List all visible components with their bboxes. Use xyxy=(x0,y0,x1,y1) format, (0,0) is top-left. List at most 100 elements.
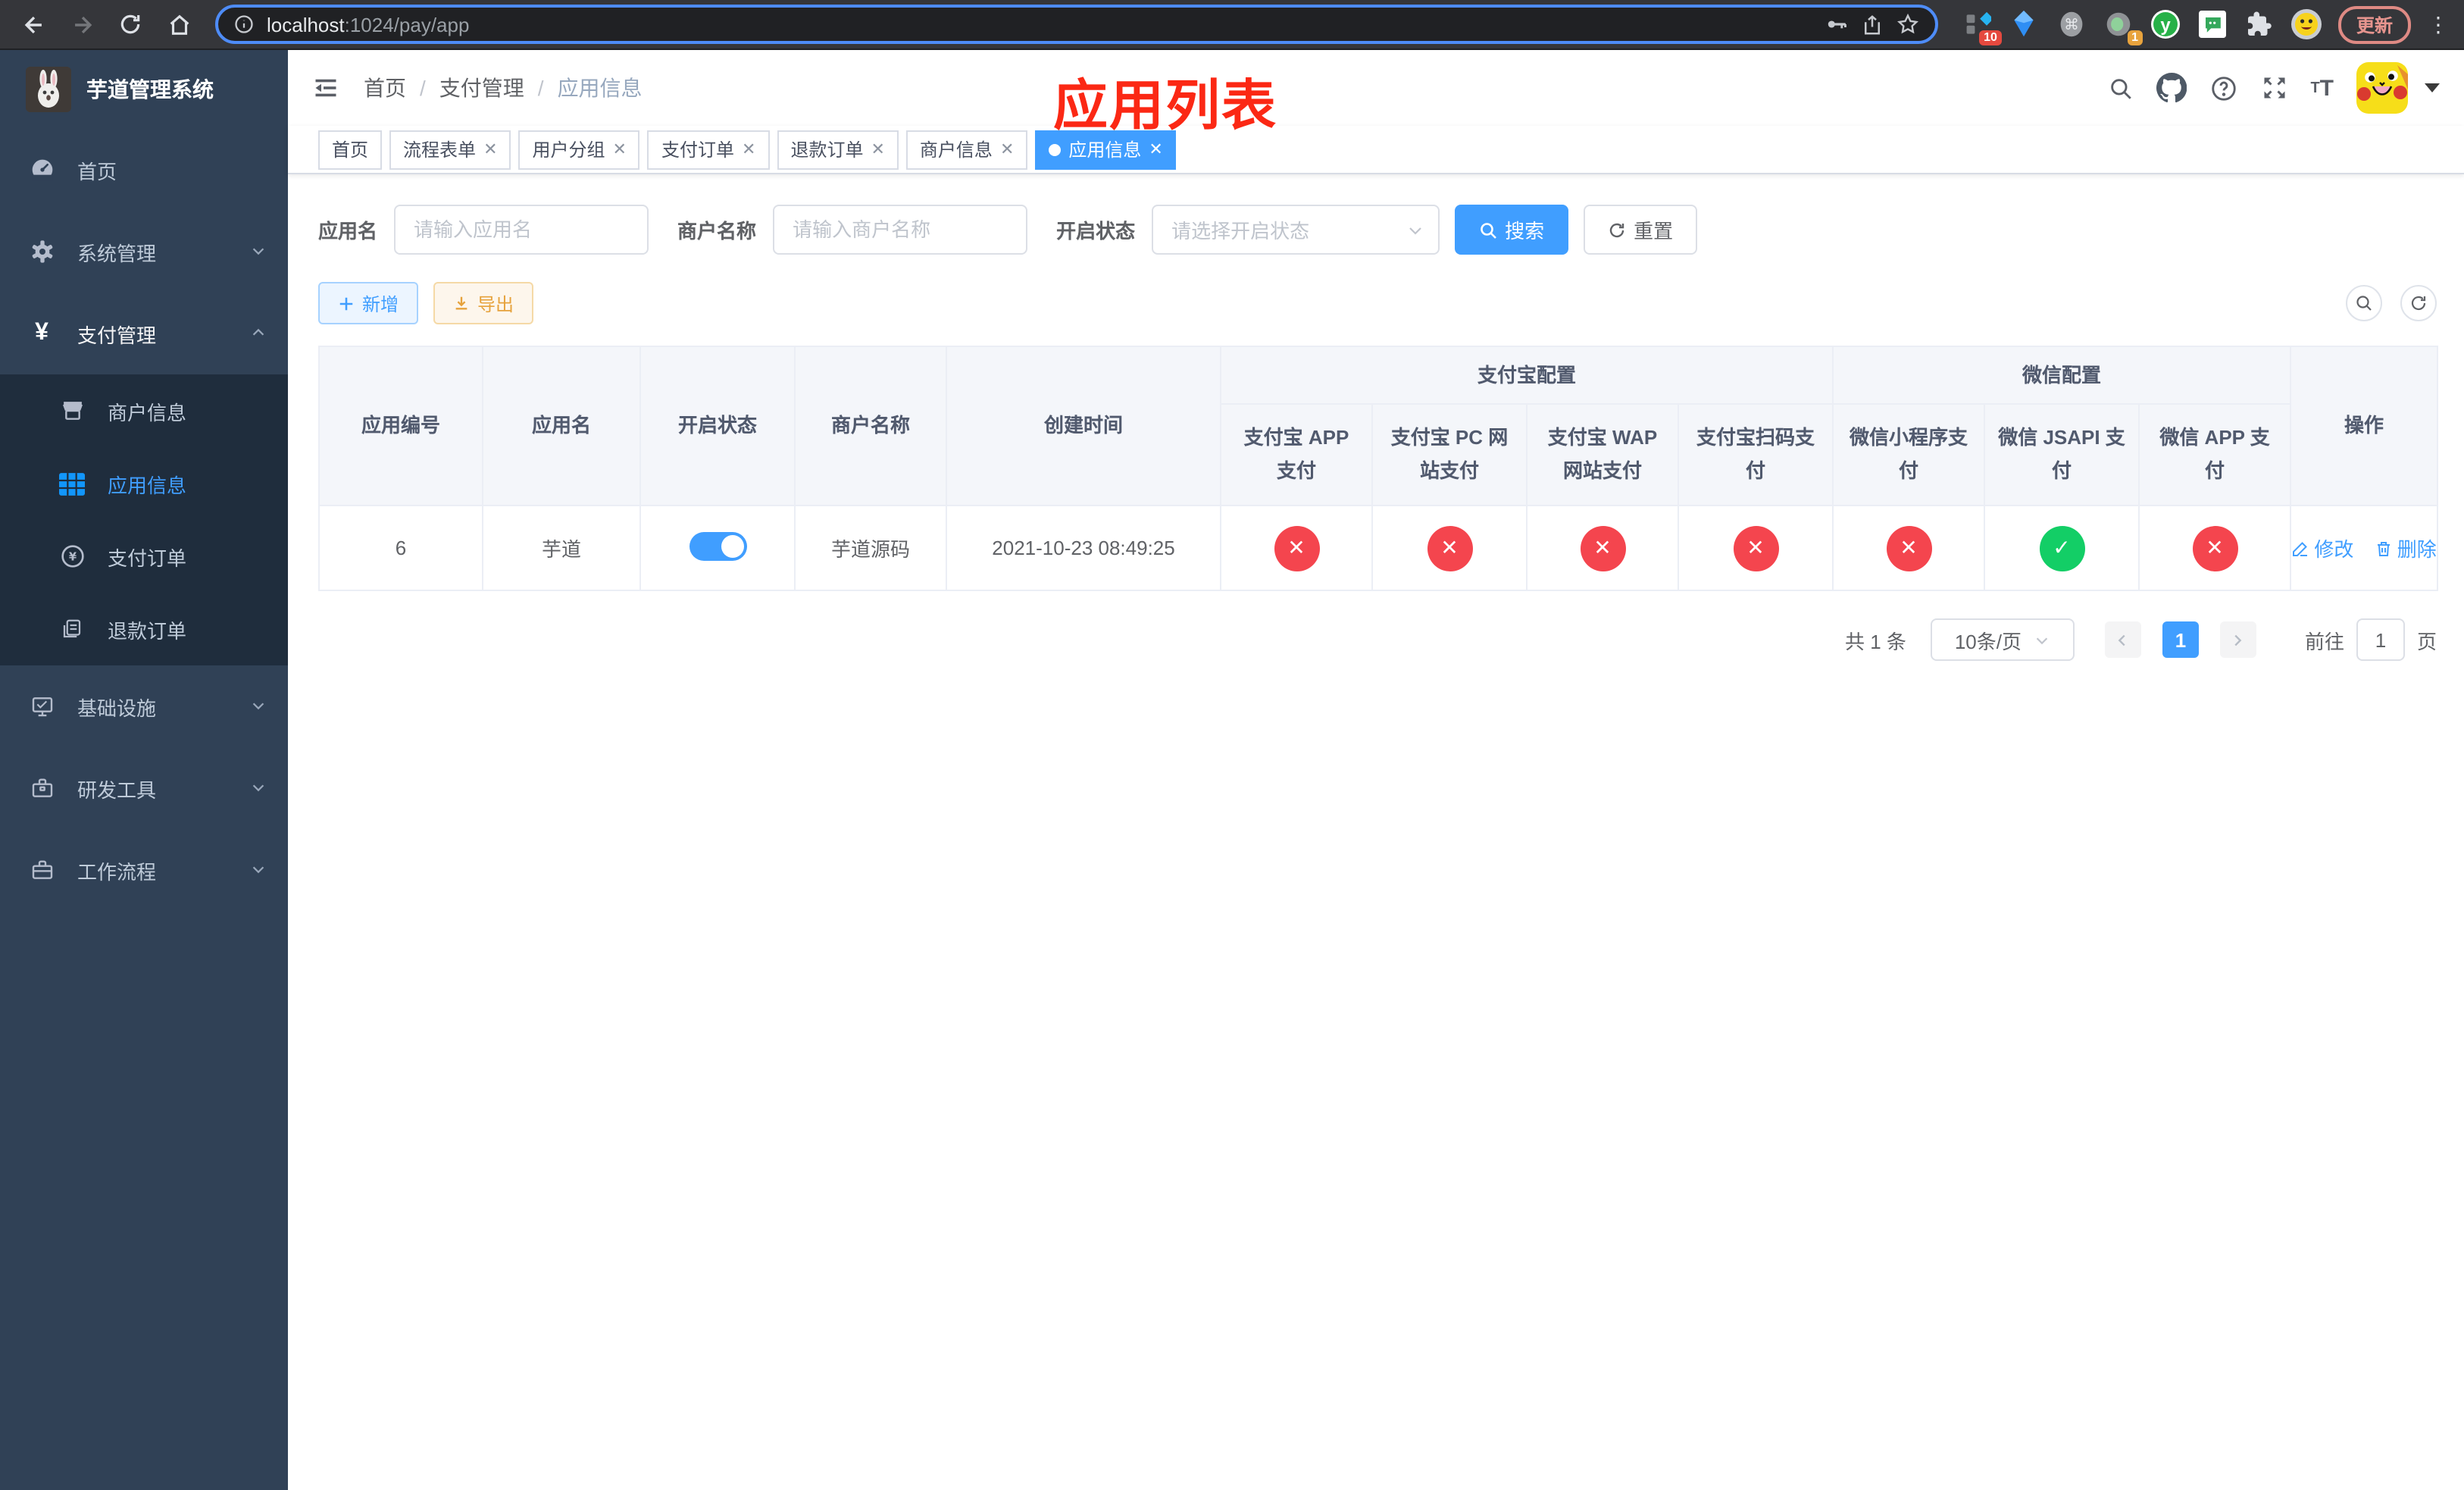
export-button[interactable]: 导出 xyxy=(433,282,534,324)
breadcrumb-separator: / xyxy=(420,76,426,100)
extension-chat-icon[interactable] xyxy=(2197,9,2228,39)
browser-toolbar: localhost:1024/pay/app 10 ⌘ 1 y 更新 ⋮ xyxy=(0,0,2464,50)
breadcrumb-separator: / xyxy=(537,76,544,100)
tab-label: 退款订单 xyxy=(790,139,864,161)
table-toolbar: 新增 导出 xyxy=(318,282,2437,324)
col-merchant: 商户名称 xyxy=(794,346,947,506)
browser-reload-icon[interactable] xyxy=(109,3,152,45)
sidebar-item-devtools[interactable]: 研发工具 xyxy=(0,747,288,829)
password-key-icon[interactable] xyxy=(1825,12,1849,36)
extension-recorder-icon[interactable]: 1 xyxy=(2103,9,2143,45)
page-number-button[interactable]: 1 xyxy=(2162,621,2199,658)
fullscreen-icon[interactable] xyxy=(2260,74,2287,102)
status-alipay-qr: ✕ xyxy=(1733,525,1778,571)
breadcrumb-home[interactable]: 首页 xyxy=(364,73,406,103)
url-bar[interactable]: localhost:1024/pay/app xyxy=(215,5,1938,44)
sidebar-item-home[interactable]: 首页 xyxy=(0,129,288,211)
sidebar-subitem-pay-order[interactable]: ¥ 支付订单 xyxy=(0,520,288,593)
app-name-input[interactable] xyxy=(394,205,649,255)
status-wechat-app: ✕ xyxy=(2192,525,2238,571)
filter-form: 应用名 商户名称 开启状态 请选择开启状态 搜索 xyxy=(318,205,2437,255)
tab-home[interactable]: 首页 xyxy=(318,130,383,169)
site-info-icon[interactable] xyxy=(233,14,255,35)
sidebar-item-workflow[interactable]: 工作流程 xyxy=(0,829,288,911)
close-icon[interactable]: ✕ xyxy=(1149,139,1162,159)
extensions-puzzle-icon[interactable] xyxy=(2244,9,2275,39)
user-avatar[interactable] xyxy=(2356,62,2408,114)
breadcrumb: 首页 / 支付管理 / 应用信息 xyxy=(364,73,643,103)
browser-forward-icon[interactable] xyxy=(61,3,103,45)
add-button[interactable]: 新增 xyxy=(318,282,419,324)
goto-page-input[interactable] xyxy=(2356,618,2405,661)
github-icon[interactable] xyxy=(2156,73,2187,103)
col-wechat-mini: 微信小程序支付 xyxy=(1832,403,1986,506)
sidebar-subitem-refund-order[interactable]: 退款订单 xyxy=(0,593,288,665)
avatar-caret-icon[interactable] xyxy=(2425,83,2440,92)
sidebar-item-payment[interactable]: ¥ 支付管理 xyxy=(0,293,288,374)
status-toggle[interactable] xyxy=(689,531,746,560)
prev-page-button[interactable] xyxy=(2104,621,2141,658)
merchant-name-input[interactable] xyxy=(773,205,1028,255)
svg-text:y: y xyxy=(2160,15,2171,36)
sidebar-item-label: 支付订单 xyxy=(108,546,187,569)
app-name-label: 应用名 xyxy=(318,220,378,243)
sidebar-subitem-app-info[interactable]: 应用信息 xyxy=(0,447,288,520)
next-page-button[interactable] xyxy=(2219,621,2256,658)
search-button-label: 搜索 xyxy=(1505,220,1545,243)
sidebar-item-label: 应用信息 xyxy=(108,474,187,496)
extension-y-icon[interactable]: y xyxy=(2150,9,2181,39)
sidebar-fold-icon[interactable] xyxy=(312,74,339,102)
tab-pay-order[interactable]: 支付订单 ✕ xyxy=(647,130,770,169)
briefcase-icon xyxy=(29,858,55,882)
font-size-icon[interactable]: TT xyxy=(2310,75,2334,101)
close-icon[interactable]: ✕ xyxy=(871,139,884,159)
close-icon[interactable]: ✕ xyxy=(742,139,755,159)
bookmark-star-icon[interactable] xyxy=(1896,12,1920,36)
header-search-icon[interactable] xyxy=(2107,75,2133,101)
extension-command-icon[interactable]: ⌘ xyxy=(2056,9,2087,39)
col-alipay-app: 支付宝 APP 支付 xyxy=(1220,403,1373,506)
status-select[interactable]: 请选择开启状态 xyxy=(1152,205,1440,255)
breadcrumb-payment[interactable]: 支付管理 xyxy=(439,73,524,103)
help-icon[interactable] xyxy=(2209,74,2237,102)
sidebar: 芋道管理系统 首页 系统管理 ¥ 支付管理 商户信息 应用信息 ¥ 支付订单 退… xyxy=(0,50,288,1490)
share-icon[interactable] xyxy=(1861,13,1884,36)
extension-gem-icon[interactable] xyxy=(2009,9,2040,39)
shop-icon xyxy=(59,399,85,423)
edit-link[interactable]: 修改 xyxy=(2291,534,2353,562)
tab-label: 首页 xyxy=(332,139,369,161)
delete-link[interactable]: 删除 xyxy=(2375,534,2437,562)
search-button[interactable]: 搜索 xyxy=(1455,205,1569,255)
browser-profile-avatar[interactable] xyxy=(2290,9,2322,39)
extension-grid-icon[interactable]: 10 xyxy=(1962,9,2002,45)
browser-home-icon[interactable] xyxy=(158,3,200,45)
browser-update-button[interactable]: 更新 xyxy=(2337,5,2411,43)
sidebar-logo-row[interactable]: 芋道管理系统 xyxy=(0,50,288,129)
tab-label: 流程表单 xyxy=(403,139,477,161)
navbar-actions: TT xyxy=(2107,62,2440,114)
page-size-select[interactable]: 10条/页 xyxy=(1930,618,2075,661)
browser-menu-icon[interactable]: ⋮ xyxy=(2428,11,2449,37)
show-search-icon-button[interactable] xyxy=(2346,285,2382,321)
refresh-button[interactable] xyxy=(2400,285,2437,321)
sidebar-item-infrastructure[interactable]: 基础设施 xyxy=(0,665,288,747)
tab-user-group[interactable]: 用户分组 ✕ xyxy=(518,130,640,169)
browser-back-icon[interactable] xyxy=(12,3,55,45)
sidebar-item-label: 首页 xyxy=(77,160,117,183)
status-alipay-wap: ✕ xyxy=(1580,525,1625,571)
chevron-down-icon xyxy=(2036,637,2048,644)
sidebar-item-system[interactable]: 系统管理 xyxy=(0,211,288,293)
reset-button[interactable]: 重置 xyxy=(1584,205,1698,255)
payment-submenu: 商户信息 应用信息 ¥ 支付订单 退款订单 xyxy=(0,374,288,665)
tab-refund-order[interactable]: 退款订单 ✕ xyxy=(777,130,899,169)
tab-merchant-info[interactable]: 商户信息 ✕ xyxy=(905,130,1028,169)
col-status: 开启状态 xyxy=(639,346,796,506)
sidebar-subitem-merchant-info[interactable]: 商户信息 xyxy=(0,374,288,447)
status-wechat-jsapi: ✓ xyxy=(2039,525,2085,571)
tab-process-form[interactable]: 流程表单 ✕ xyxy=(389,130,511,169)
url-text[interactable]: localhost:1024/pay/app xyxy=(267,13,1812,36)
close-icon[interactable]: ✕ xyxy=(483,139,497,159)
chevron-up-icon xyxy=(250,322,267,345)
close-icon[interactable]: ✕ xyxy=(613,139,627,159)
close-icon[interactable]: ✕ xyxy=(1000,139,1014,159)
